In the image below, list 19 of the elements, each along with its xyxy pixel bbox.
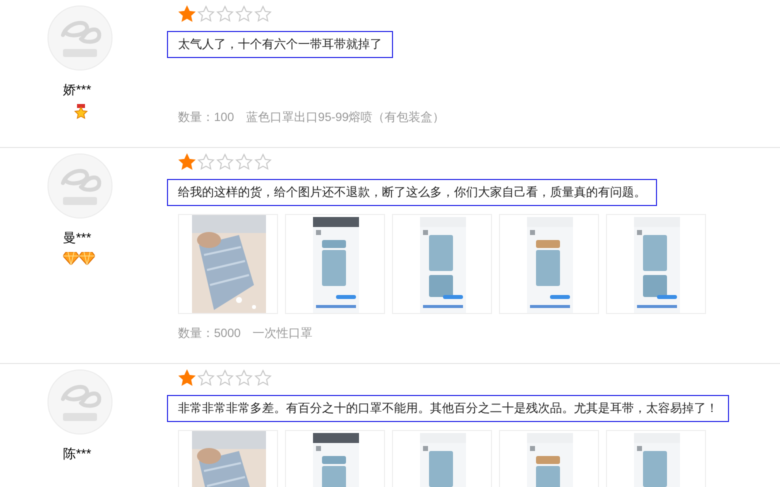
user-name: 曼*** bbox=[63, 230, 92, 246]
review-comment: 太气人了，十个有六个一带耳带就掉了 bbox=[167, 31, 393, 58]
filled-star-icon bbox=[178, 369, 196, 387]
product-spec-text: 蓝色口罩出口95-99熔喷（有包装盒） bbox=[246, 110, 445, 125]
diamond-icon bbox=[79, 252, 95, 265]
avatar-logo-icon bbox=[47, 5, 113, 71]
quantity-text: 数量：5000 bbox=[178, 326, 241, 341]
avatar-logo-icon bbox=[47, 369, 113, 435]
product-spec-text: 一次性口罩 bbox=[252, 326, 313, 341]
review-comment: 非常非常非常多差。有百分之十的口罩不能用。其他百分之二十是残次品。尤其是耳带，太容易掉了！ bbox=[167, 395, 729, 422]
filled-star-icon bbox=[178, 153, 196, 171]
medal-icon bbox=[73, 104, 89, 120]
user-name: 陈*** bbox=[63, 446, 92, 462]
review-comment: 给我的这样的货，给个图片还不退款，断了这么多，你们大家自己看，质量真的有问题。 bbox=[167, 179, 657, 206]
quantity-text: 数量：100 bbox=[178, 110, 234, 125]
filled-star-icon bbox=[178, 5, 196, 23]
user-name: 娇*** bbox=[63, 82, 92, 98]
diamond-icon bbox=[63, 252, 79, 265]
avatar-logo-icon bbox=[47, 153, 113, 219]
